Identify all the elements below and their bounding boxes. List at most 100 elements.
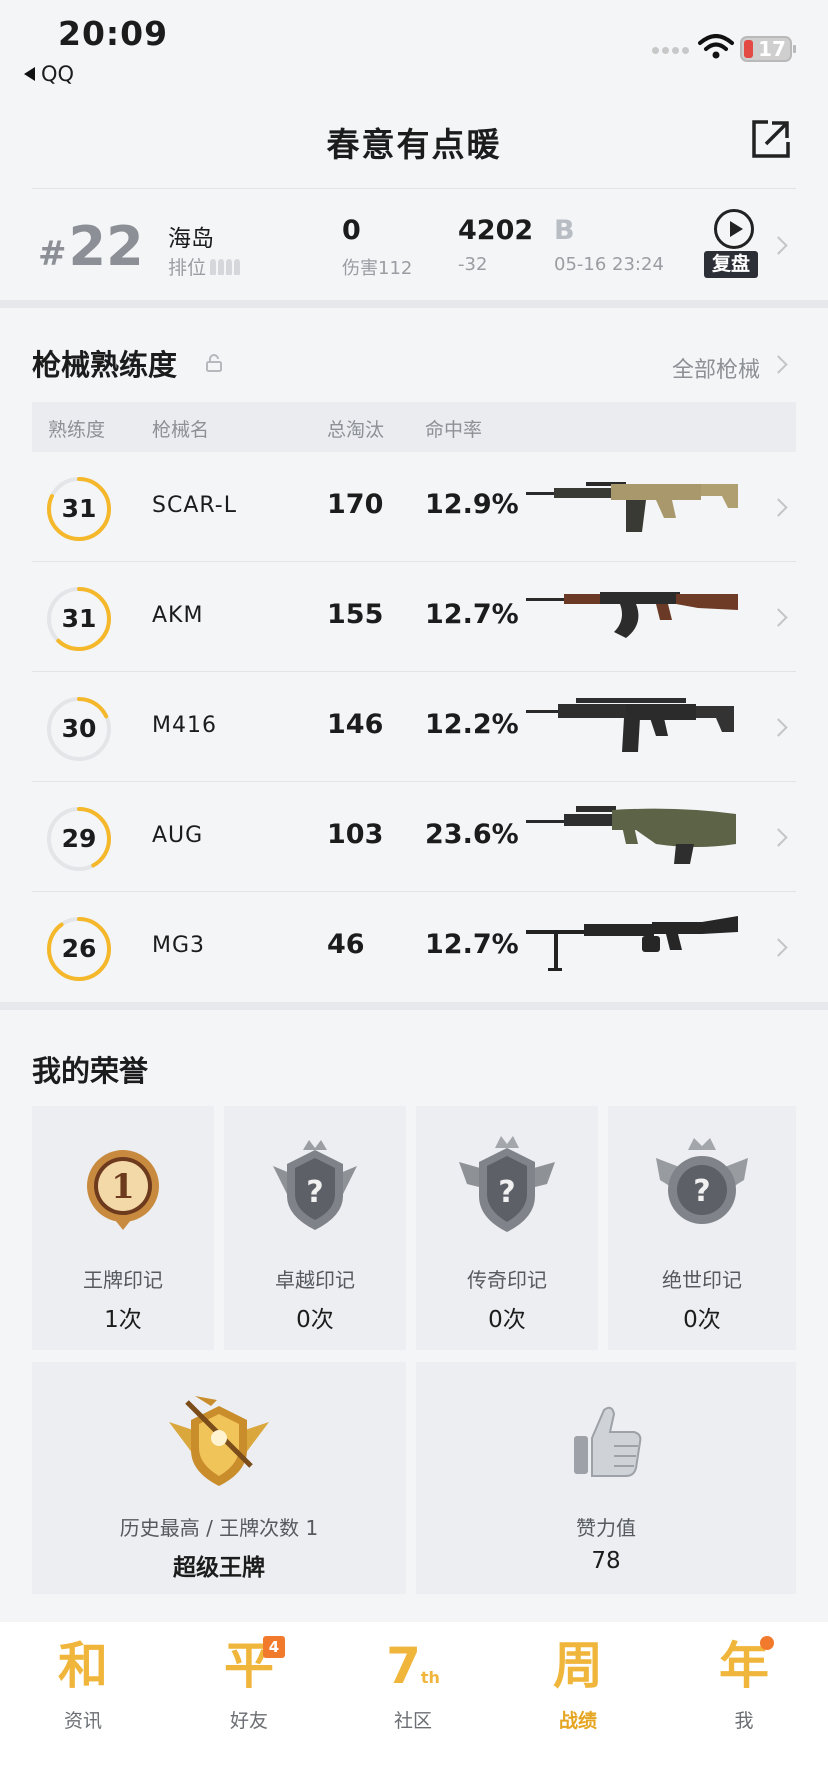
weapon-table-header: 熟练度 枪械名 总淘汰 命中率	[32, 402, 796, 452]
highest-tier-value: 超级王牌	[173, 1555, 265, 1581]
lock-icon[interactable]	[206, 354, 222, 372]
wifi-icon	[698, 34, 734, 59]
svg-text:?: ?	[498, 1175, 515, 1210]
akm-rifle-icon	[526, 592, 738, 638]
tab-label: 资讯	[63, 1710, 102, 1732]
weapon-row-akm[interactable]: 31 AKM 155 12.7%	[32, 562, 796, 672]
excellent-mark-card[interactable]: ? 卓越印记 0次	[224, 1106, 406, 1350]
weapon-name: AUG	[152, 823, 204, 848]
likes-card[interactable]: 赞力值 78	[416, 1362, 796, 1594]
chevron-right-icon	[769, 608, 788, 627]
peerless-mark-label: 绝世印记	[662, 1268, 742, 1292]
weapon-proficiency-title: 枪械熟练度	[32, 348, 178, 382]
tab-me[interactable]: 年 我	[684, 1634, 804, 1744]
tab-news[interactable]: 和 资讯	[23, 1634, 143, 1744]
recent-match-row[interactable]: #22 海岛 排位 0 伤害112 4202 -32 B 05-16 23:24…	[32, 188, 796, 300]
back-arrow-icon	[24, 67, 35, 81]
chevron-right-icon	[769, 355, 788, 374]
friends-tab-icon: 平	[224, 1637, 274, 1695]
svg-text:?: ?	[693, 1174, 710, 1209]
column-header: 总淘汰	[327, 419, 385, 441]
back-label: QQ	[41, 62, 75, 86]
legend-mark-label: 传奇印记	[467, 1268, 547, 1292]
kills-stat: 0 伤害112	[342, 215, 413, 279]
match-mode: 排位	[168, 253, 241, 280]
likes-label: 赞力值	[576, 1516, 636, 1540]
squad-icon	[210, 258, 241, 275]
excellent-mark-label: 卓越印记	[275, 1268, 355, 1292]
back-to-qq-button[interactable]: QQ	[24, 62, 74, 86]
share-icon[interactable]	[750, 118, 792, 160]
news-tab-icon: 和	[58, 1637, 108, 1695]
chevron-right-icon	[769, 938, 788, 957]
weapon-row-scar-l[interactable]: 31 SCAR-L 170 12.9%	[32, 452, 796, 562]
me-tab-icon: 年	[719, 1637, 769, 1695]
ace-mark-count: 1次	[104, 1307, 142, 1333]
legend-mark-card[interactable]: ? 传奇印记 0次	[416, 1106, 598, 1350]
tab-friends[interactable]: 平 4 好友	[189, 1634, 309, 1744]
locked-shield-badge-icon: ?	[656, 1138, 748, 1224]
ace-mark-label: 王牌印记	[83, 1268, 163, 1292]
svg-text:1: 1	[111, 1167, 135, 1207]
weapon-accuracy: 23.6%	[425, 819, 519, 850]
map-name: 海岛	[168, 226, 214, 252]
proficiency-level: 31	[61, 604, 97, 633]
new-indicator-dot	[760, 1636, 774, 1650]
weapon-kills: 46	[327, 929, 365, 960]
proficiency-level: 30	[61, 714, 97, 743]
svg-text:?: ?	[306, 1175, 323, 1210]
peerless-mark-count: 0次	[683, 1307, 721, 1333]
aug-rifle-icon	[526, 806, 736, 864]
honor-title: 我的荣誉	[32, 1054, 149, 1088]
battery-level: 17	[758, 37, 786, 61]
locked-crown-badge-icon: ?	[273, 1140, 357, 1230]
weapon-name: AKM	[152, 603, 204, 628]
weapon-accuracy: 12.7%	[425, 929, 519, 960]
weapon-row-m416[interactable]: 30 M416 146 12.2%	[32, 672, 796, 782]
ace-medal-icon: 1	[87, 1150, 159, 1230]
community-tab-icon: 7th	[386, 1637, 440, 1695]
chevron-right-icon	[769, 236, 788, 255]
proficiency-level: 31	[61, 494, 97, 523]
weapon-accuracy: 12.9%	[425, 489, 519, 520]
highest-tier-label: 历史最高 / 王牌次数 1	[119, 1516, 319, 1540]
chevron-right-icon	[769, 718, 788, 737]
legend-mark-count: 0次	[488, 1307, 526, 1333]
section-divider	[0, 300, 828, 308]
records-tab-icon: 周	[553, 1637, 603, 1695]
rating-stat: 4202 -32	[458, 215, 534, 275]
weapon-row-aug[interactable]: 29 AUG 103 23.6%	[32, 782, 796, 892]
likes-value: 78	[591, 1548, 621, 1574]
excellent-mark-count: 0次	[296, 1307, 334, 1333]
weapon-row-mg3[interactable]: 26 MG3 46 12.7%	[32, 892, 796, 1002]
grade-stat: B 05-16 23:24	[554, 215, 664, 275]
column-header: 熟练度	[48, 419, 106, 441]
tab-label: 社区	[393, 1710, 432, 1732]
scar-l-rifle-icon	[526, 482, 738, 532]
clock: 20:09	[58, 14, 169, 53]
tab-community[interactable]: 7th 社区	[353, 1634, 473, 1744]
column-header: 命中率	[425, 419, 483, 441]
tab-records[interactable]: 周 战绩	[518, 1634, 638, 1744]
mg3-machine-gun-icon	[526, 916, 738, 971]
locked-wing-badge-icon: ?	[459, 1136, 555, 1232]
m416-rifle-icon	[526, 698, 734, 752]
peerless-mark-card[interactable]: ? 绝世印记 0次	[608, 1106, 796, 1350]
cellular-signal-icon	[652, 47, 689, 54]
weapon-kills: 170	[327, 489, 384, 520]
battery-icon: 17	[740, 36, 796, 62]
super-ace-tier-icon	[169, 1396, 269, 1486]
column-header: 枪械名	[152, 419, 210, 441]
all-weapons-link[interactable]: 全部枪械	[672, 352, 760, 384]
weapon-kills: 155	[327, 599, 384, 630]
weapon-accuracy: 12.7%	[425, 599, 519, 630]
weapon-name: SCAR-L	[152, 493, 237, 518]
replay-button[interactable]: 复盘	[704, 209, 766, 281]
highest-tier-card[interactable]: 历史最高 / 王牌次数 1 超级王牌	[32, 1362, 406, 1594]
ace-mark-card[interactable]: 1 王牌印记 1次	[32, 1106, 214, 1350]
status-bar: 20:09 QQ 17	[0, 0, 828, 92]
section-divider	[0, 1002, 828, 1010]
page-title: 春意有点暖	[326, 125, 502, 164]
weapon-kills: 103	[327, 819, 384, 850]
notification-badge: 4	[263, 1636, 285, 1658]
